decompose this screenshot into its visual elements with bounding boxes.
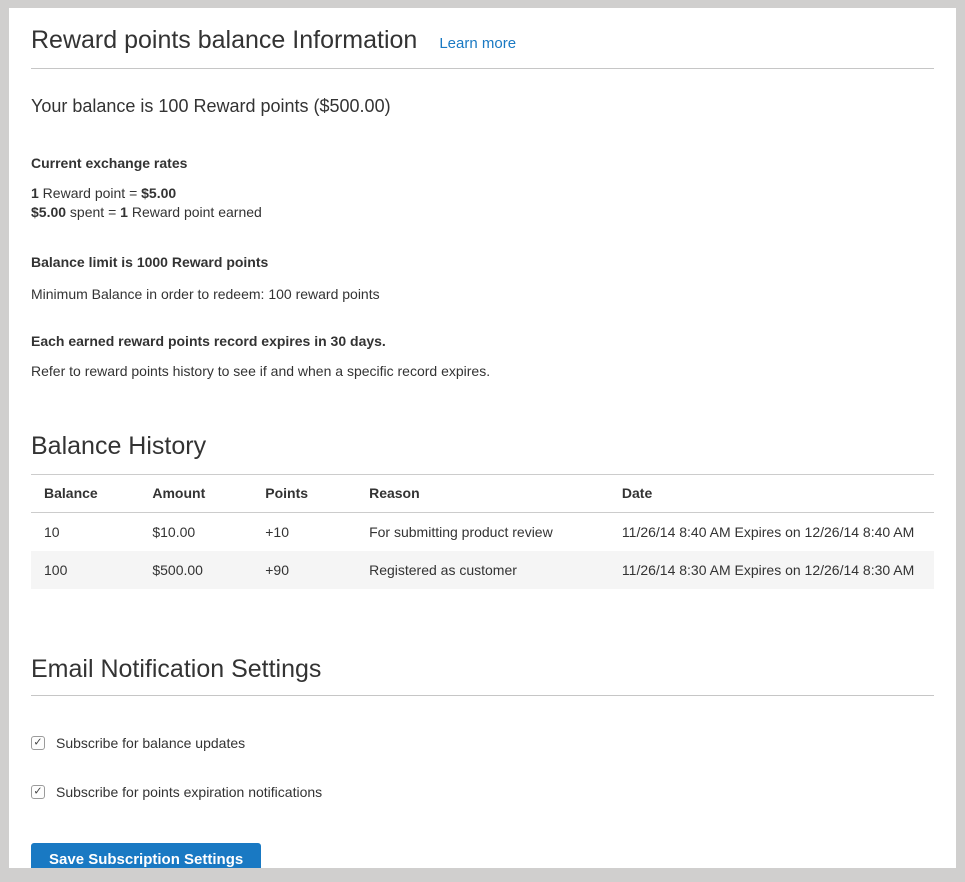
expiration-note: Refer to reward points history to see if…	[31, 363, 934, 379]
minimum-balance-text: Minimum Balance in order to redeem: 100 …	[31, 286, 934, 302]
exchange-rate-line-2: $5.00 spent = 1 Reward point earned	[31, 204, 262, 220]
email-settings-header: Email Notification Settings	[31, 655, 934, 696]
subscribe-expiration-option: ✓ Subscribe for points expiration notifi…	[31, 784, 934, 800]
reward-points-page: Reward points balance Information Learn …	[9, 8, 956, 868]
column-header-reason: Reason	[356, 475, 609, 513]
table-row: 100 $500.00 +90 Registered as customer 1…	[31, 551, 934, 589]
cell-balance: 10	[31, 513, 139, 552]
balance-history-table: Balance Amount Points Reason Date 10 $10…	[31, 474, 934, 589]
column-header-amount: Amount	[139, 475, 252, 513]
rate1-mid: Reward point =	[39, 185, 141, 201]
expiration-notifications-checkbox[interactable]: ✓	[31, 785, 45, 799]
column-header-balance: Balance	[31, 475, 139, 513]
rate2-tail: Reward point earned	[128, 204, 262, 220]
subscribe-balance-option: ✓ Subscribe for balance updates	[31, 735, 934, 751]
exchange-rates-heading: Current exchange rates	[31, 155, 934, 171]
cell-points: +90	[252, 551, 356, 589]
balance-updates-checkbox[interactable]: ✓	[31, 736, 45, 750]
cell-balance: 100	[31, 551, 139, 589]
cell-amount: $10.00	[139, 513, 252, 552]
table-header: Balance Amount Points Reason Date	[31, 475, 934, 513]
page-title: Reward points balance Information	[31, 26, 417, 55]
balance-limit-text: Balance limit is 1000 Reward points	[31, 254, 934, 270]
cell-amount: $500.00	[139, 551, 252, 589]
check-icon: ✓	[33, 737, 42, 748]
rate1-value: $5.00	[141, 185, 176, 201]
exchange-rate-lines: 1 Reward point = $5.00 $5.00 spent = 1 R…	[31, 184, 934, 222]
save-subscription-button[interactable]: Save Subscription Settings	[31, 843, 261, 868]
page-header: Reward points balance Information Learn …	[31, 26, 934, 69]
balance-summary: Your balance is 100 Reward points ($500.…	[31, 96, 934, 117]
check-icon: ✓	[33, 786, 42, 797]
cell-reason: Registered as customer	[356, 551, 609, 589]
rate1-points: 1	[31, 185, 39, 201]
balance-history-heading: Balance History	[31, 432, 934, 461]
learn-more-link[interactable]: Learn more	[439, 35, 516, 52]
cell-points: +10	[252, 513, 356, 552]
column-header-date: Date	[609, 475, 934, 513]
cell-reason: For submitting product review	[356, 513, 609, 552]
column-header-points: Points	[252, 475, 356, 513]
cell-date: 11/26/14 8:40 AM Expires on 12/26/14 8:4…	[609, 513, 934, 552]
expiration-heading: Each earned reward points record expires…	[31, 333, 934, 349]
rate2-value: $5.00	[31, 204, 66, 220]
rate2-mid: spent =	[66, 204, 120, 220]
balance-updates-label[interactable]: Subscribe for balance updates	[56, 735, 245, 751]
email-settings-heading: Email Notification Settings	[31, 655, 934, 684]
cell-date: 11/26/14 8:30 AM Expires on 12/26/14 8:3…	[609, 551, 934, 589]
expiration-notifications-label[interactable]: Subscribe for points expiration notifica…	[56, 784, 322, 800]
rate2-points: 1	[120, 204, 128, 220]
exchange-rate-line-1: 1 Reward point = $5.00	[31, 185, 176, 201]
table-row: 10 $10.00 +10 For submitting product rev…	[31, 513, 934, 552]
